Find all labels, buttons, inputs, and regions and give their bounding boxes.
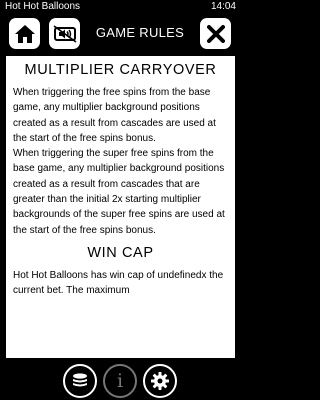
gear-icon	[151, 372, 169, 390]
rules-paragraph: Hot Hot Balloons has win cap of undefine…	[13, 269, 224, 297]
section-title-win-cap: WIN CAP	[87, 244, 154, 261]
info-button[interactable]: i	[103, 364, 137, 398]
rules-paragraph: When triggering the super free spins fro…	[13, 148, 225, 236]
settings-button[interactable]	[143, 364, 177, 398]
sound-button[interactable]	[49, 18, 80, 49]
home-icon	[14, 24, 35, 43]
clock: 14:04	[210, 1, 236, 12]
footer: i	[0, 360, 241, 400]
header: GAME RULES	[0, 14, 241, 54]
rules-panel[interactable]: MULTIPLIER CARRYOVER When triggering the…	[6, 56, 235, 358]
close-button[interactable]	[200, 18, 231, 49]
rules-paragraph: When triggering the free spins from the …	[13, 87, 216, 144]
home-button[interactable]	[9, 18, 40, 49]
sound-icon	[53, 24, 76, 43]
stake-button[interactable]	[63, 364, 97, 398]
status-bar: Hot Hot Balloons 14:04	[0, 0, 241, 14]
info-icon: i	[116, 369, 124, 392]
page-title: GAME RULES	[95, 25, 185, 40]
coin-stack-icon	[73, 373, 87, 387]
app-title: Hot Hot Balloons	[5, 1, 81, 12]
section-title-multiplier-carryover: MULTIPLIER CARRYOVER	[24, 62, 217, 78]
close-icon	[206, 24, 225, 43]
